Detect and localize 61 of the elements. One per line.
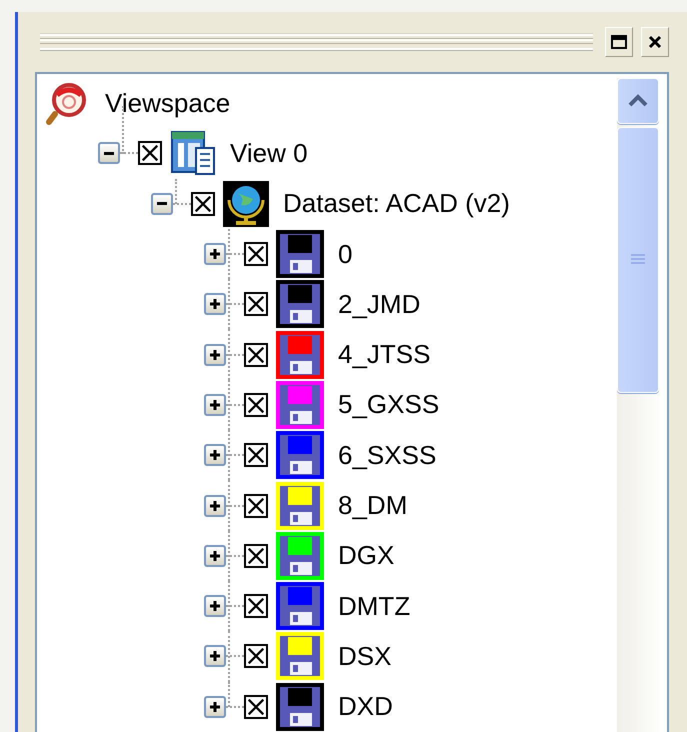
checkbox[interactable] xyxy=(244,292,268,316)
tree-item[interactable]: 0 xyxy=(338,238,352,270)
tree-item[interactable]: 5_GXSS xyxy=(338,389,440,420)
drag-grip[interactable] xyxy=(40,34,593,50)
expander[interactable] xyxy=(98,142,120,164)
checkbox[interactable] xyxy=(244,342,268,367)
expander[interactable] xyxy=(204,444,226,466)
tree-item[interactable]: Dataset: ACAD (v2) xyxy=(283,188,510,220)
scrollbar[interactable] xyxy=(617,78,659,732)
tree-item[interactable]: DSX xyxy=(338,640,392,672)
plus-icon xyxy=(210,400,220,410)
expander[interactable] xyxy=(204,293,226,316)
float-button[interactable] xyxy=(605,27,633,57)
plus-icon xyxy=(210,350,220,360)
minus-icon xyxy=(157,202,167,206)
tree-item[interactable]: DXD xyxy=(338,691,393,722)
expander[interactable] xyxy=(204,696,226,718)
checkbox[interactable] xyxy=(244,494,268,518)
tree-item[interactable]: 8_DM xyxy=(338,490,408,522)
close-button[interactable] xyxy=(641,27,669,57)
close-icon xyxy=(648,35,662,49)
plus-icon xyxy=(210,601,220,612)
expander[interactable] xyxy=(204,243,226,266)
tree-item[interactable]: 2_JMD xyxy=(338,288,420,320)
expander[interactable] xyxy=(204,394,226,416)
scroll-up-button[interactable] xyxy=(617,78,659,124)
checkbox[interactable] xyxy=(244,594,268,618)
expander[interactable] xyxy=(204,544,226,567)
scroll-thumb[interactable] xyxy=(617,127,659,393)
checkbox[interactable] xyxy=(191,192,215,216)
checkbox[interactable] xyxy=(244,544,268,568)
minus-icon xyxy=(104,152,114,155)
checkbox[interactable] xyxy=(244,392,268,417)
expander[interactable] xyxy=(204,645,226,668)
checkbox[interactable] xyxy=(244,644,268,668)
expander[interactable] xyxy=(204,344,226,366)
plus-icon xyxy=(210,450,220,460)
plus-icon xyxy=(210,550,220,561)
checkbox[interactable] xyxy=(138,141,162,166)
plus-icon xyxy=(210,249,220,260)
checkbox[interactable] xyxy=(244,694,268,719)
tree-item[interactable]: DMTZ xyxy=(338,590,410,622)
expander[interactable] xyxy=(151,192,173,215)
plus-icon xyxy=(210,651,220,662)
expander[interactable] xyxy=(204,595,226,618)
tree-item[interactable]: Viewspace xyxy=(105,88,230,119)
globe-icon xyxy=(223,180,269,227)
tree-item[interactable]: DGX xyxy=(338,540,394,572)
checkbox[interactable] xyxy=(244,242,268,266)
expander[interactable] xyxy=(204,494,226,517)
plus-icon xyxy=(210,299,220,310)
tree-item[interactable]: 4_JTSS xyxy=(338,339,430,370)
plus-icon xyxy=(210,702,220,712)
table-document-icon xyxy=(170,130,216,176)
tree-item[interactable]: 6_SXSS xyxy=(338,440,436,471)
window-icon xyxy=(611,35,627,49)
caret-icon xyxy=(627,94,649,108)
tree-item[interactable]: View 0 xyxy=(230,138,308,169)
plus-icon xyxy=(210,500,220,511)
checkbox[interactable] xyxy=(244,443,268,468)
grip-icon xyxy=(630,253,646,267)
